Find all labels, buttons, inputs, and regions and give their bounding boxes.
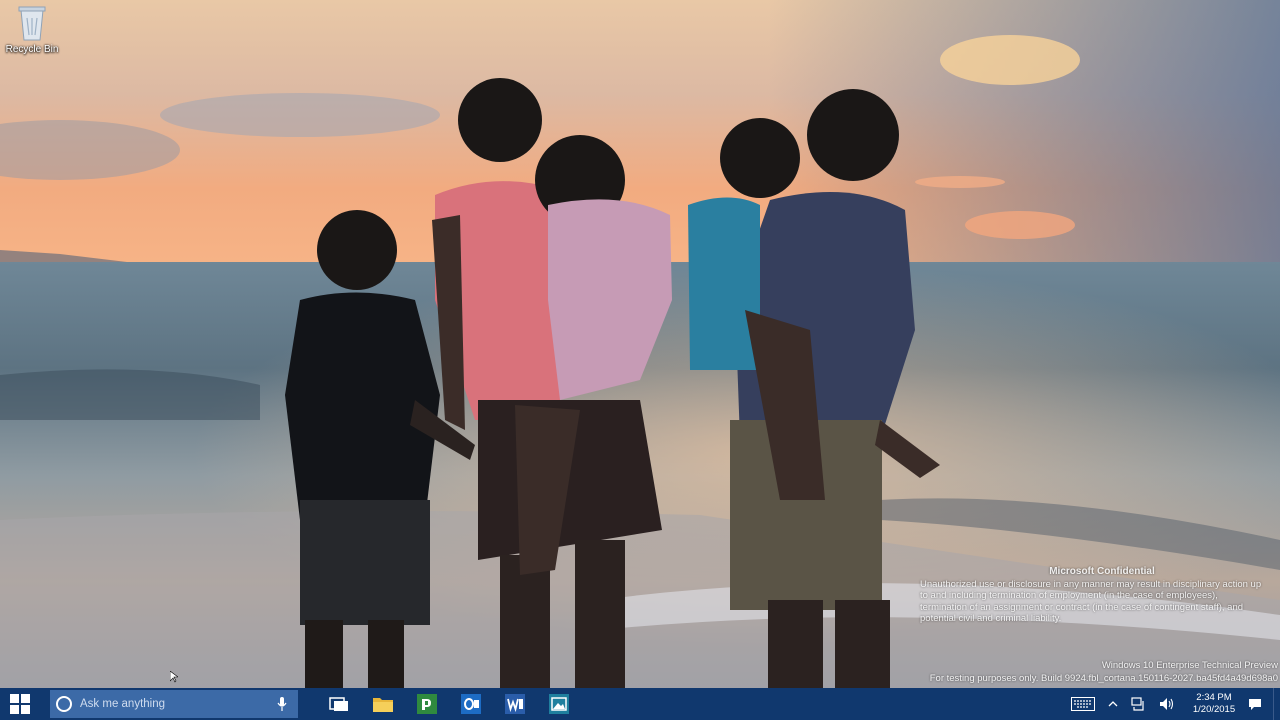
notifications-button[interactable]	[1241, 688, 1269, 720]
project-button[interactable]	[405, 688, 449, 720]
chevron-up-icon	[1108, 701, 1118, 707]
volume-icon	[1160, 698, 1174, 710]
show-desktop-button[interactable]	[1273, 688, 1280, 720]
word-button[interactable]	[493, 688, 537, 720]
clock-date: 1/20/2015	[1192, 704, 1236, 715]
watermark-line: Unauthorized use or disclosure in any ma…	[920, 578, 1262, 590]
clock[interactable]: 2:34 PM 1/20/2015	[1187, 692, 1241, 716]
touch-keyboard-button[interactable]	[1065, 688, 1101, 720]
task-view-icon	[329, 697, 348, 711]
build-watermark: Windows 10 Enterprise Technical Preview …	[930, 659, 1280, 685]
network-button[interactable]	[1125, 688, 1153, 720]
task-view-button[interactable]	[317, 688, 361, 720]
word-icon	[505, 694, 525, 714]
watermark-line: termination of an assignment or contract…	[920, 601, 1244, 613]
outlook-icon	[461, 694, 481, 714]
mouse-cursor-icon	[170, 671, 178, 683]
watermark-title: Microsoft Confidential	[1049, 566, 1155, 577]
confidential-watermark: Microsoft Confidential Unauthorized use …	[915, 566, 1280, 625]
system-tray: 2:34 PM 1/20/2015	[1065, 688, 1280, 720]
photos-icon	[549, 694, 569, 714]
search-placeholder: Ask me anything	[80, 698, 166, 710]
desktop-icon-recycle-bin[interactable]: Recycle Bin	[4, 4, 60, 55]
start-button[interactable]	[0, 688, 40, 720]
photos-button[interactable]	[537, 688, 581, 720]
recycle-bin-icon	[18, 6, 46, 41]
edition-label: Windows 10 Enterprise Technical Preview	[1101, 660, 1278, 671]
cortana-search-box[interactable]: Ask me anything	[50, 690, 298, 718]
recycle-bin-label: Recycle Bin	[5, 44, 59, 55]
file-explorer-button[interactable]	[361, 688, 405, 720]
watermark-line: potential civil and criminal liability.	[920, 613, 1062, 624]
build-label: For testing purposes only. Build 9924.fb…	[929, 673, 1278, 684]
cortana-icon	[54, 694, 74, 714]
clock-time: 2:34 PM	[1196, 692, 1232, 703]
pinned-apps	[317, 688, 581, 720]
notification-icon	[1249, 698, 1261, 710]
project-icon	[417, 694, 437, 714]
network-icon	[1131, 697, 1144, 711]
taskbar: Ask me anything 2:34 PM 1/20/2015	[0, 688, 1280, 720]
windows-logo-icon	[10, 694, 30, 714]
watermark-line: to and including termination of employme…	[920, 590, 1218, 601]
keyboard-icon	[1071, 697, 1095, 711]
microphone-icon[interactable]	[272, 696, 292, 712]
outlook-button[interactable]	[449, 688, 493, 720]
show-hidden-icons-button[interactable]	[1101, 688, 1125, 720]
folder-icon	[373, 698, 393, 712]
volume-button[interactable]	[1153, 688, 1181, 720]
